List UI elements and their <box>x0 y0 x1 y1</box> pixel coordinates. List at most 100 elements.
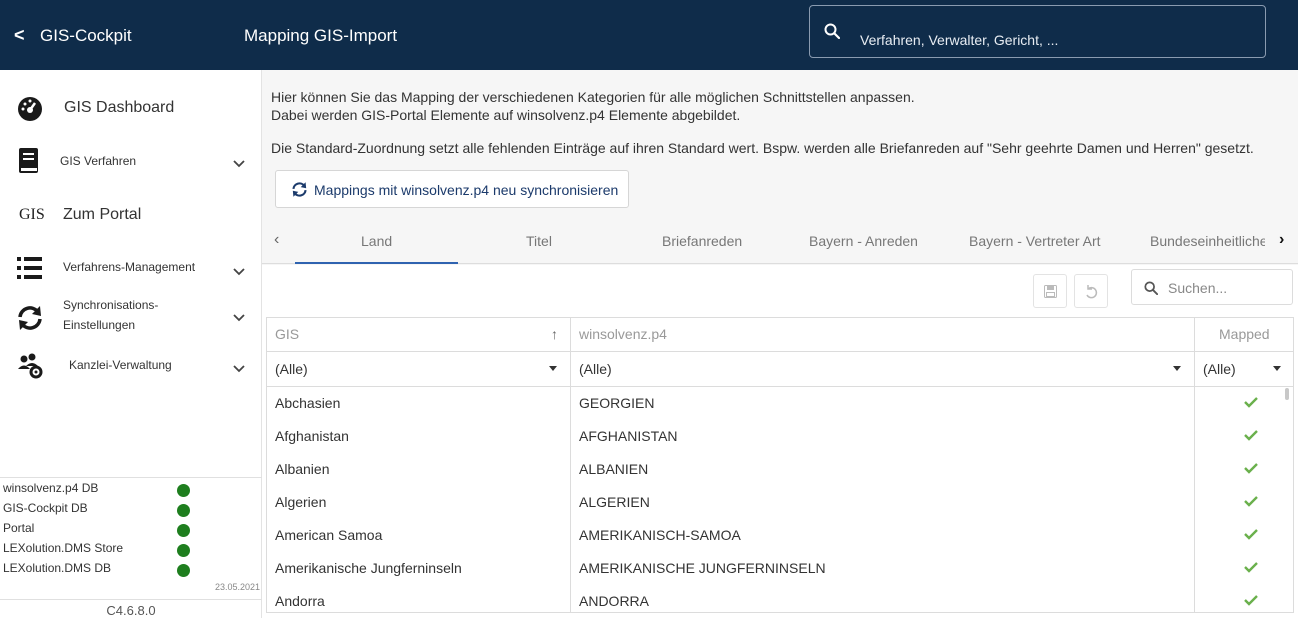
tabs-scroll-right-icon[interactable]: › <box>1279 231 1284 249</box>
status-online-indicator <box>177 504 190 517</box>
chevron-down-icon[interactable] <box>232 362 246 376</box>
winsolvenz-cell: ALGERIEN <box>579 494 650 510</box>
grid-search-input[interactable]: Suchen... <box>1131 269 1293 305</box>
status-label: LEXolution.DMS Store <box>3 541 124 555</box>
sidebar-item-label: Kanzlei-Verwaltung <box>69 358 172 372</box>
undo-icon <box>1086 285 1098 299</box>
back-chevron-icon[interactable]: < <box>14 24 25 46</box>
dropdown-caret-icon <box>1273 366 1281 371</box>
check-icon <box>1244 397 1258 408</box>
mapped-filter-select[interactable]: (Alle) <box>1203 352 1287 386</box>
sort-ascending-icon[interactable]: ↑ <box>551 318 558 351</box>
chevron-down-icon[interactable] <box>232 265 246 279</box>
table-row[interactable]: Amerikanische Jungferninseln AMERIKANISC… <box>267 552 1293 585</box>
table-row[interactable]: Abchasien GEORGIEN <box>267 387 1293 420</box>
active-tab-indicator <box>295 262 458 264</box>
gis-cell: Afghanistan <box>275 428 349 444</box>
gis-cell: Andorra <box>275 593 325 609</box>
tab-briefanreden[interactable]: Briefanreden <box>662 233 742 249</box>
dropdown-caret-icon <box>1173 366 1181 371</box>
check-icon <box>1244 463 1258 474</box>
chevron-down-icon[interactable] <box>232 311 246 325</box>
tab-bundeseinheitliche[interactable]: Bundeseinheitliche <box>1150 233 1265 249</box>
table-row[interactable]: Andorra ANDORRA <box>267 585 1293 612</box>
save-icon <box>1044 285 1057 298</box>
sidebar-item-label: Verfahrens-Management <box>63 260 196 274</box>
list-icon <box>17 257 42 279</box>
book-icon <box>19 148 38 173</box>
table-row[interactable]: American Samoa AMERIKANISCH-SAMOA <box>267 519 1293 552</box>
sidebar-item-gis-dashboard[interactable]: GIS Dashboard <box>0 90 262 126</box>
app-title[interactable]: GIS-Cockpit <box>40 26 132 46</box>
tab-land[interactable]: Land <box>361 233 392 249</box>
sidebar-item-label: GIS Dashboard <box>64 99 175 116</box>
search-icon <box>1144 281 1158 295</box>
status-row: winsolvenz.p4 DB <box>3 481 253 501</box>
table-row[interactable]: Albanien ALBANIEN <box>267 453 1293 486</box>
status-online-indicator <box>177 564 190 577</box>
column-header-mapped[interactable]: Mapped <box>1219 318 1270 351</box>
status-label: GIS-Cockpit DB <box>3 501 88 515</box>
mapping-grid-area: Suchen... GIS ↑ winsolvenz.p4 Mapped (Al… <box>262 265 1298 618</box>
check-icon <box>1244 562 1258 573</box>
sidebar-item-gis-verfahren[interactable]: GIS Verfahren <box>0 144 262 180</box>
sidebar-item-verfahrens-management[interactable]: Verfahrens-Management <box>0 252 262 288</box>
gis-logo-text: GIS <box>19 206 45 223</box>
search-icon <box>824 23 840 39</box>
sidebar-item-label: Zum Portal <box>63 206 142 223</box>
tabs-scroll-left-icon[interactable]: ‹ <box>274 231 279 249</box>
app-version: C4.6.8.0 <box>0 599 262 618</box>
table-row[interactable]: Afghanistan AFGHANISTAN <box>267 420 1293 453</box>
mapping-table: GIS ↑ winsolvenz.p4 Mapped (Alle) (Alle)… <box>266 317 1294 613</box>
users-gear-icon <box>18 353 43 379</box>
check-icon <box>1244 496 1258 507</box>
sidebar-item-label-line2: Einstellungen <box>63 318 136 332</box>
column-header-gis[interactable]: GIS <box>275 318 299 351</box>
save-button[interactable] <box>1033 274 1067 308</box>
gis-cell: Amerikanische Jungferninseln <box>275 560 462 576</box>
top-bar: < GIS-Cockpit Mapping GIS-Import Verfahr… <box>0 0 1298 70</box>
sync-icon <box>18 306 42 330</box>
global-search-input[interactable]: Verfahren, Verwalter, Gericht, ... <box>809 5 1266 58</box>
tab-titel[interactable]: Titel <box>526 233 552 249</box>
check-icon <box>1244 529 1258 540</box>
table-scrollbar[interactable] <box>1285 388 1289 400</box>
tab-bayern-vertreter-art[interactable]: Bayern - Vertreter Art <box>969 233 1101 249</box>
resync-button-label: Mappings mit winsolvenz.p4 neu synchroni… <box>314 182 619 198</box>
winsolvenz-filter-select[interactable]: (Alle) <box>579 352 1185 386</box>
sidebar-item-synchronisations-einstellungen[interactable]: Synchronisations- Einstellungen <box>0 296 262 336</box>
gis-filter-select[interactable]: (Alle) <box>275 352 559 386</box>
chevron-down-icon[interactable] <box>232 157 246 171</box>
resync-mappings-button[interactable]: Mappings mit winsolvenz.p4 neu synchroni… <box>275 170 629 208</box>
table-row[interactable]: Algerien ALGERIEN <box>267 486 1293 519</box>
sidebar-item-kanzlei-verwaltung[interactable]: Kanzlei-Verwaltung <box>0 350 262 386</box>
filter-value: (Alle) <box>1203 361 1236 377</box>
winsolvenz-cell: ALBANIEN <box>579 461 649 477</box>
gis-cell: Abchasien <box>275 395 341 411</box>
status-date: 23.05.2021 <box>214 582 260 592</box>
sidebar-item-zum-portal[interactable]: GIS Zum Portal <box>0 198 262 234</box>
status-online-indicator <box>177 524 190 537</box>
sidebar: GIS Dashboard GIS Verfahren GIS Zum Port… <box>0 70 262 618</box>
status-label: winsolvenz.p4 DB <box>3 481 99 495</box>
status-label: LEXolution.DMS DB <box>3 561 112 575</box>
status-row: GIS-Cockpit DB <box>3 501 253 521</box>
main-content: Hier können Sie das Mapping der verschie… <box>262 70 1298 618</box>
category-tabs: ‹ Land Titel Briefanreden Bayern - Anred… <box>262 219 1298 264</box>
tab-bayern-anreden[interactable]: Bayern - Anreden <box>809 233 918 249</box>
sidebar-item-label: GIS Verfahren <box>60 154 137 168</box>
winsolvenz-cell: AMERIKANISCHE JUNGFERNINSELN <box>579 560 826 576</box>
sidebar-item-label-line1: Synchronisations- <box>63 298 159 312</box>
grid-search-placeholder: Suchen... <box>1168 280 1228 296</box>
status-online-indicator <box>177 484 190 497</box>
undo-button[interactable] <box>1074 274 1108 308</box>
search-placeholder: Verfahren, Verwalter, Gericht, ... <box>860 32 1059 48</box>
page-title: Mapping GIS-Import <box>244 26 398 45</box>
gis-cell: Albanien <box>275 461 330 477</box>
gis-cell: American Samoa <box>275 527 383 543</box>
status-row: LEXolution.DMS DB <box>3 561 253 581</box>
column-header-winsolvenz[interactable]: winsolvenz.p4 <box>579 318 667 351</box>
intro-text-line3: Die Standard-Zuordnung setzt alle fehlen… <box>271 140 1254 156</box>
intro-text-line2: Dabei werden GIS-Portal Elemente auf win… <box>271 107 741 123</box>
filter-row: (Alle) (Alle) (Alle) <box>267 351 1293 387</box>
